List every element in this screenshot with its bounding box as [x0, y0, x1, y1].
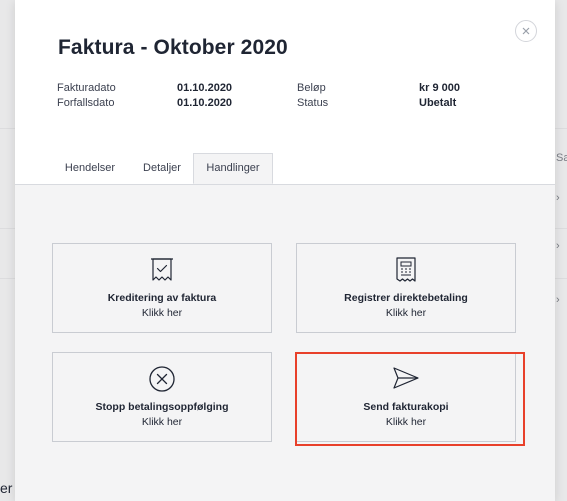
background-divider — [555, 228, 567, 229]
tab-handlinger[interactable]: Handlinger — [193, 153, 273, 184]
background-column-header: Sa — [556, 152, 567, 164]
amount-label: Beløp — [297, 82, 326, 94]
invoice-modal: Faktura - Oktober 2020 Fakturadato 01.10… — [15, 0, 555, 501]
close-button[interactable] — [515, 20, 537, 42]
tab-detaljer[interactable]: Detaljer — [133, 153, 191, 183]
background-row-marker: › — [556, 294, 560, 306]
invoice-date-label: Fakturadato — [57, 82, 116, 94]
due-date-value: 01.10.2020 — [177, 97, 233, 109]
action-card-kreditering[interactable]: Kreditering av faktura Klikk her — [52, 243, 272, 333]
close-icon — [522, 27, 530, 35]
action-card-send-fakturakopi[interactable]: Send fakturakopi Klikk her — [296, 352, 516, 442]
action-subtitle: Klikk her — [141, 416, 183, 428]
action-title: Kreditering av faktura — [107, 292, 217, 304]
tab-hendelser[interactable]: Hendelser — [55, 153, 125, 183]
stop-circle-x-icon — [149, 366, 175, 392]
background-divider — [0, 128, 15, 129]
page-title: Faktura - Oktober 2020 — [58, 36, 288, 59]
background-divider — [0, 278, 15, 279]
invoice-document-icon — [396, 257, 416, 282]
action-subtitle: Klikk her — [385, 307, 427, 319]
action-title: Stopp betalingsoppfølging — [95, 401, 229, 413]
action-title: Send fakturakopi — [363, 401, 449, 413]
action-title: Registrer direktebetaling — [344, 292, 468, 304]
background-row-marker: › — [556, 192, 560, 204]
due-date-label: Forfallsdato — [57, 97, 115, 109]
background-divider — [0, 228, 15, 229]
action-subtitle: Klikk her — [141, 307, 183, 319]
modal-header: Faktura - Oktober 2020 Fakturadato 01.10… — [15, 0, 555, 148]
amount-value: kr 9 000 — [419, 82, 460, 94]
action-subtitle: Klikk her — [385, 416, 427, 428]
background-divider — [555, 128, 567, 129]
invoice-date-value: 01.10.2020 — [177, 82, 233, 94]
action-card-direktebetaling[interactable]: Registrer direktebetaling Klikk her — [296, 243, 516, 333]
status-label: Status — [297, 97, 329, 109]
background-divider — [555, 278, 567, 279]
action-card-stopp[interactable]: Stopp betalingsoppfølging Klikk her — [52, 352, 272, 442]
background-text-fragment: er — [0, 480, 13, 496]
receipt-check-icon — [151, 258, 173, 281]
background-row-marker: › — [556, 240, 560, 252]
status-value: Ubetalt — [419, 97, 457, 109]
paper-plane-icon — [393, 367, 419, 389]
tab-bar: Hendelser Detaljer Handlinger — [15, 148, 555, 185]
